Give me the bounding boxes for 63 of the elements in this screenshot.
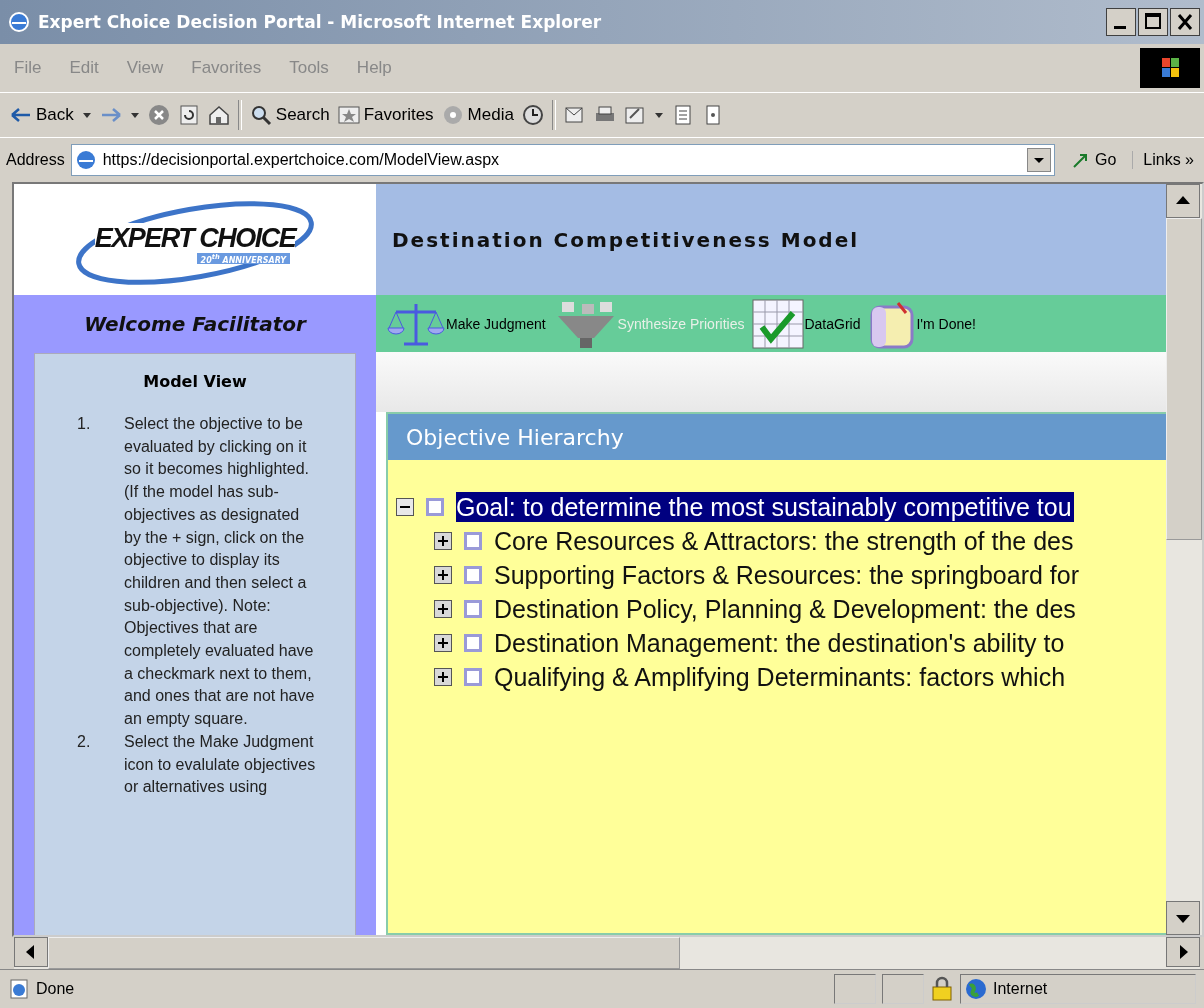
window-title: Expert Choice Decision Portal - Microsoft Internet Explorer [38,12,603,32]
action-button[interactable]: I'm Done! [868,298,976,349]
action-button[interactable]: DataGrid [752,298,861,349]
page-title: Destination Competitiveness Model [392,227,860,252]
history-icon[interactable] [521,104,544,126]
step-text: Select the Make Judgment icon to evalulate objectives or alternatives using [124,731,317,798]
tree-item[interactable]: Supporting Factors & Resources: the springboard for [494,560,1082,590]
stop-icon[interactable] [147,104,170,126]
edit-icon[interactable] [623,104,646,126]
padlock-icon [930,976,954,1002]
scroll-down-icon[interactable] [1166,901,1200,935]
search-button[interactable]: Search [249,104,330,126]
step-text: Select the objective to be evaluated by clicking on it so it becomes highlighted. (If the model has sub-objectives as designated by the + sign, click on the objective to display its children and then select a sub-objective). Note: Objectives that are completely evaluated have a checkmark next to them, and ones that are not have an empty square. [124,414,316,730]
step-number: 2. [77,731,92,752]
media-icon [441,104,464,126]
scroll-left-icon[interactable] [14,937,48,967]
tree-item[interactable]: Qualifying & Amplifying Determinants: factors which [494,662,1068,692]
tree-item[interactable]: Goal: to determine the most sustainably competitive tou [456,492,1074,522]
go-button[interactable]: Go [1060,150,1127,170]
logo-text: EXPERT CHOICE [94,222,296,253]
expand-icon[interactable] [434,566,452,584]
address-field[interactable]: https://decisionportal.expertchoice.com/ModelView.aspx [70,144,1055,176]
back-button[interactable]: Back [10,104,74,126]
welcome-heading: Welcome Facilitator [83,311,308,338]
expand-icon[interactable] [434,634,452,652]
grid-check-icon [752,298,805,349]
address-label: Address [6,151,65,169]
expand-icon[interactable] [434,532,452,550]
step-number: 1. [77,414,92,434]
links-button[interactable]: Links » [1132,151,1198,169]
scroll-right-icon[interactable] [1166,937,1200,967]
windows-logo-icon [1140,48,1200,88]
zone-text: Internet [993,980,1048,998]
scroll-thumb[interactable] [48,937,680,969]
media-button[interactable]: Media [441,104,514,126]
status-panel [882,974,924,1004]
maximize-icon[interactable] [1138,8,1168,36]
tree-item[interactable]: Destination Policy, Planning & Development: the des [494,594,1078,624]
page-icon [8,978,30,1000]
status-text: Done [36,980,75,998]
panel-heading: Model View [142,371,248,393]
panel-title: Objective Hierarchy [388,414,1166,460]
horizontal-scrollbar[interactable] [14,937,1200,969]
expand-icon[interactable] [434,600,452,618]
vertical-scrollbar[interactable] [1166,184,1202,935]
home-icon[interactable] [207,104,230,126]
scroll-thumb[interactable] [1166,218,1202,540]
globe-icon [965,978,987,1000]
tree-item[interactable]: Destination Management: the destination's ability to [494,628,1067,658]
status-panel [834,974,876,1004]
tree-item[interactable]: Core Resources & Attractors: the strength of the des [494,526,1076,556]
browser-icon [8,11,30,33]
mail-icon[interactable] [563,104,586,126]
refresh-icon[interactable] [177,104,200,126]
action-button[interactable]: Make Judgment [386,297,546,350]
page-icon [74,149,97,171]
collapse-icon[interactable] [396,498,414,516]
scroll-up-icon[interactable] [1166,184,1200,218]
favorites-button[interactable]: Favorites [337,104,434,126]
expand-icon[interactable] [434,668,452,686]
search-icon [249,104,272,126]
minimize-icon[interactable] [1106,8,1136,36]
close-icon[interactable] [1170,8,1200,36]
